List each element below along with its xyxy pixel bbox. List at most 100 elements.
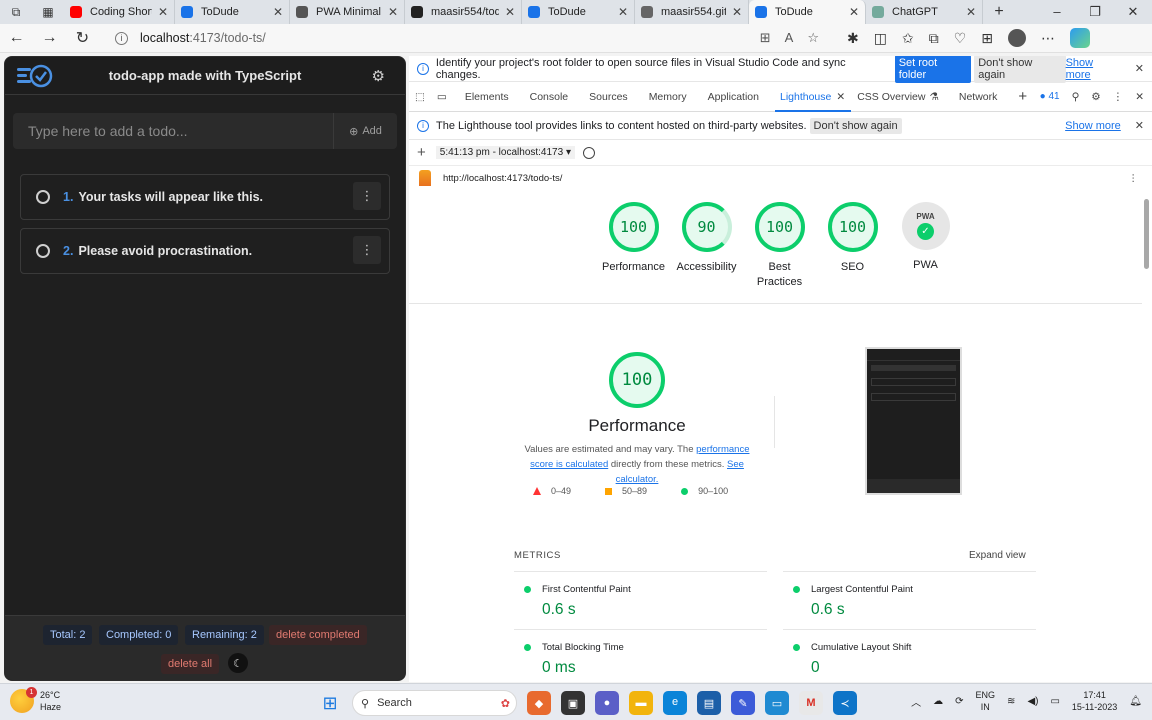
browser-essentials-icon[interactable]: ♡ <box>954 30 967 47</box>
close-tab-icon[interactable]: ✕ <box>618 5 628 19</box>
app-available-icon[interactable]: ⊞ <box>760 30 771 46</box>
browser-tab[interactable]: ToDude ✕ <box>749 0 866 24</box>
tab-console[interactable]: Console <box>530 91 569 103</box>
browser-tab[interactable]: ChatGPT ✕ <box>866 0 983 24</box>
device-toolbar-icon[interactable]: ▭ <box>437 91 447 103</box>
report-select[interactable]: 5:41:13 pm - localhost:4173 ▾ <box>435 146 575 159</box>
refresh-icon[interactable]: ↻ <box>66 28 99 48</box>
browser-tab[interactable]: PWA Minimal Re ✕ <box>290 0 405 24</box>
notification-bell-icon[interactable]: 🔔︎ <box>1129 696 1142 707</box>
browser-tab[interactable]: Coding Shorts: U ✕ <box>64 0 175 24</box>
new-report-icon[interactable]: + <box>417 144 426 161</box>
close-tab-icon[interactable]: ✕ <box>849 5 859 19</box>
close-tab-icon[interactable]: ✕ <box>273 5 283 19</box>
task-view-icon[interactable]: ▣ <box>561 691 585 715</box>
tab-sources[interactable]: Sources <box>589 91 628 103</box>
settings-more-icon[interactable]: ⋯ <box>1041 30 1055 47</box>
browser-tab[interactable]: ToDude ✕ <box>175 0 290 24</box>
copilot-icon[interactable] <box>1070 28 1090 48</box>
teams-chat-icon[interactable]: ● <box>595 691 619 715</box>
tab-css-overview[interactable]: CSS Overview <box>857 91 925 103</box>
todo-checkbox[interactable] <box>36 244 50 258</box>
gauge-performance[interactable]: 100 Performance <box>597 202 670 290</box>
close-infobar-icon[interactable]: ✕ <box>1135 119 1144 132</box>
language-indicator[interactable]: ENG IN <box>976 689 996 713</box>
profile-avatar[interactable] <box>1008 29 1026 47</box>
more-options-icon[interactable]: ⋮ <box>353 236 381 264</box>
gauge-best-practices[interactable]: 100 Best Practices <box>743 202 816 290</box>
tab-elements[interactable]: Elements <box>465 91 509 103</box>
cloud-icon[interactable]: ☁ <box>933 696 943 707</box>
microsoft-store-icon[interactable]: ▤ <box>697 691 721 715</box>
editor-app-icon[interactable]: ✎ <box>731 691 755 715</box>
browser-tab[interactable]: maasir554.github ✕ <box>635 0 749 24</box>
site-info-icon[interactable]: i <box>115 31 128 45</box>
close-devtools-icon[interactable]: ✕ <box>1135 91 1144 103</box>
wifi-icon[interactable]: ≋ <box>1007 696 1015 707</box>
favorites-icon[interactable]: ✩ <box>902 30 914 47</box>
tab-application[interactable]: Application <box>708 91 759 103</box>
todo-input[interactable] <box>13 113 333 149</box>
set-root-folder-button[interactable]: Set root folder <box>894 56 972 83</box>
more-icon[interactable]: ⋮ <box>1113 91 1124 103</box>
close-tab-icon[interactable]: ✕ <box>732 5 742 19</box>
workspaces-icon[interactable]: ⧉ <box>0 0 32 24</box>
gauge-accessibility[interactable]: 90 Accessibility <box>670 202 743 290</box>
theme-toggle-icon[interactable]: ☾ <box>228 653 248 673</box>
show-hidden-icons[interactable]: ︿ <box>911 694 921 709</box>
battery-icon[interactable]: ▭ <box>1050 696 1059 707</box>
tab-lighthouse[interactable]: Lighthouse <box>774 91 852 112</box>
more-tabs-icon[interactable]: + <box>1018 88 1027 105</box>
close-tab-icon[interactable]: ✕ <box>966 5 976 19</box>
show-more-link[interactable]: Show more <box>1066 57 1121 81</box>
forward-icon[interactable]: → <box>33 29 66 47</box>
close-infobar-icon[interactable]: ✕ <box>1135 62 1144 75</box>
close-tab-icon[interactable]: ✕ <box>388 5 398 19</box>
inspect-element-icon[interactable]: ⬚ <box>415 91 425 103</box>
read-aloud-icon[interactable]: A <box>785 30 794 46</box>
gear-icon[interactable]: ⚙ <box>372 67 385 85</box>
desktop-app-icon[interactable]: ▭ <box>765 691 789 715</box>
settings-icon[interactable]: ⚙ <box>1091 91 1100 103</box>
collections-icon[interactable]: ⧉ <box>929 30 939 47</box>
more-options-icon[interactable]: ⋮ <box>353 182 381 210</box>
delete-all-button[interactable]: delete all <box>161 654 220 674</box>
vscode-icon[interactable]: ≺ <box>833 691 857 715</box>
report-menu-icon[interactable]: ⋮ <box>1129 173 1139 184</box>
browser-tab[interactable]: ToDude ✕ <box>522 0 635 24</box>
apps-icon[interactable]: ⊞ <box>981 30 993 47</box>
sync-icon[interactable]: ⟳ <box>955 696 963 707</box>
gmail-icon[interactable]: M <box>799 691 823 715</box>
edge-browser-icon[interactable]: e <box>663 691 687 715</box>
issues-badge[interactable]: ● 41 <box>1040 91 1060 102</box>
taskbar-search[interactable]: ⚲ Search ✿ <box>352 690 517 716</box>
close-tab-icon[interactable]: ✕ <box>158 5 168 19</box>
dont-show-again-button[interactable]: Don't show again <box>974 56 1066 83</box>
new-tab-icon[interactable]: + <box>983 0 1015 24</box>
tab-network[interactable]: Network <box>959 91 998 103</box>
file-explorer-icon[interactable]: ▬ <box>629 691 653 715</box>
scrollbar[interactable] <box>1144 199 1149 269</box>
restore-icon[interactable]: ❐ <box>1076 4 1114 20</box>
weather-widget[interactable]: 1 26°C Haze <box>10 687 61 713</box>
expand-view-button[interactable]: Expand view <box>969 550 1026 561</box>
close-tab-icon[interactable]: ✕ <box>836 91 845 103</box>
tab-memory[interactable]: Memory <box>649 91 687 103</box>
split-screen-icon[interactable]: ◫ <box>874 30 887 47</box>
delete-completed-button[interactable]: delete completed <box>269 625 367 645</box>
gauge-pwa[interactable]: PWA ✓ PWA <box>889 202 962 290</box>
browser-tab[interactable]: maasir554/todo- ✕ <box>405 0 522 24</box>
show-more-link[interactable]: Show more <box>1065 120 1121 132</box>
close-window-icon[interactable]: ✕ <box>1114 4 1152 20</box>
add-button[interactable]: ⊕ Add <box>333 113 397 149</box>
todo-checkbox[interactable] <box>36 190 50 204</box>
widgets-icon[interactable]: ◆ <box>527 691 551 715</box>
dont-show-again-button[interactable]: Don't show again <box>809 117 902 134</box>
minimize-icon[interactable]: – <box>1038 4 1076 20</box>
extensions-icon[interactable]: ✱ <box>847 30 859 47</box>
url-field[interactable]: i localhost:4173/todo-ts/ ⊞ A ☆ <box>107 26 827 50</box>
clear-icon[interactable] <box>583 146 595 159</box>
gauge-seo[interactable]: 100 SEO <box>816 202 889 290</box>
close-tab-icon[interactable]: ✕ <box>505 5 515 19</box>
volume-icon[interactable]: ◀) <box>1027 696 1038 707</box>
